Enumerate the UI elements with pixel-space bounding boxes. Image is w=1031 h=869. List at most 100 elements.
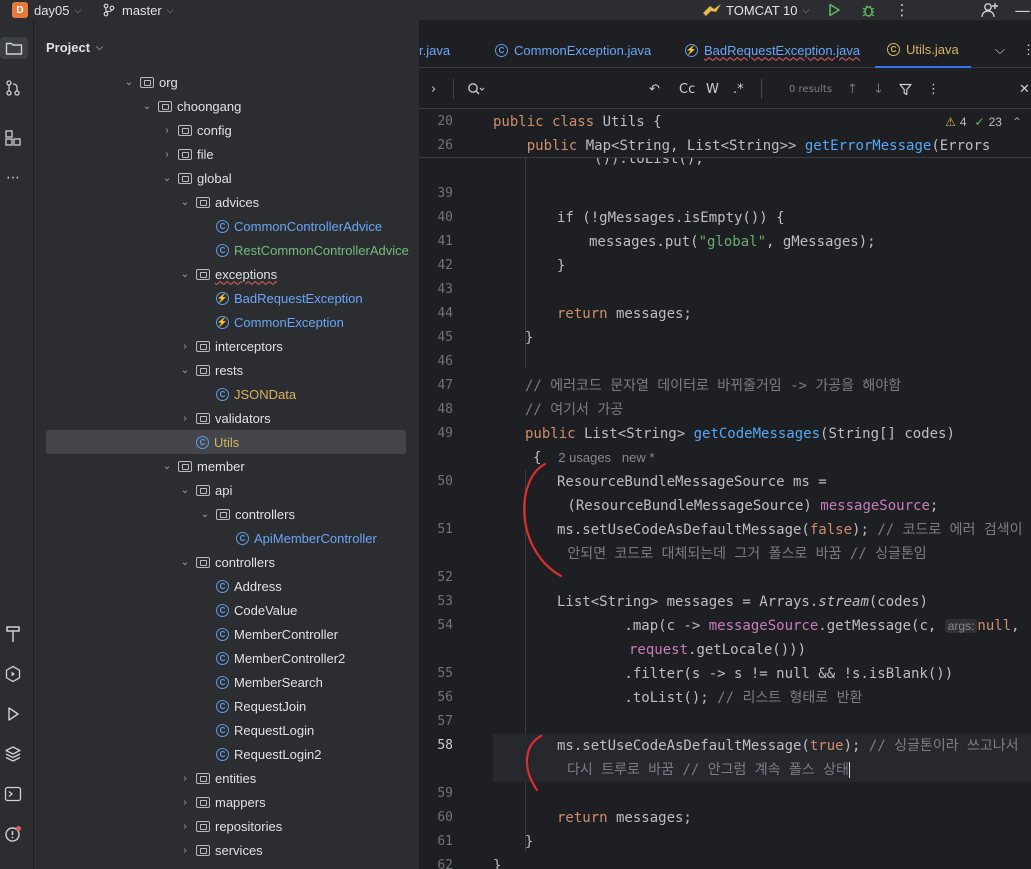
tab-partial[interactable]: r.java <box>419 32 450 68</box>
code-editor[interactable]: ()).toList(); 39 40 if (!gMessages.isEmpty(… <box>419 110 1031 869</box>
match-case-toggle[interactable]: Cc <box>679 69 695 109</box>
replace-toggle-icon[interactable]: ↶ <box>649 69 660 109</box>
more-icon[interactable]: ⋮ <box>892 0 912 20</box>
problems-tool-button[interactable] <box>2 823 24 845</box>
tree-file[interactable]: C RequestLogin <box>34 718 418 742</box>
chevron-down-icon[interactable]: ⌄ <box>160 461 174 472</box>
keyword: public class <box>493 114 595 130</box>
tree-file[interactable]: C CodeValue <box>34 598 418 622</box>
tree-folder[interactable]: ⌄ global <box>34 166 418 190</box>
chevron-right-icon[interactable]: › <box>178 797 192 808</box>
project-panel-header[interactable]: Project ⌵ <box>46 40 103 55</box>
tree-folder[interactable]: ⌄ rests <box>34 358 418 382</box>
line-number: 41 <box>437 234 453 249</box>
tree-file[interactable]: C RequestLogin2 <box>34 742 418 766</box>
chevron-down-icon[interactable]: ⌄ <box>178 197 192 208</box>
chevron-down-icon[interactable]: ⌄ <box>178 269 192 280</box>
tree-file[interactable]: ⚡ BadRequestException <box>34 286 418 310</box>
chevron-down-icon[interactable]: ⌄ <box>122 77 136 88</box>
chevron-right-icon[interactable]: › <box>178 341 192 352</box>
chevron-right-icon[interactable]: › <box>178 773 192 784</box>
chevron-down-icon[interactable]: ⌄ <box>160 173 174 184</box>
close-icon[interactable]: ✕ <box>1019 69 1030 109</box>
branch-switcher[interactable]: master ⌵ <box>102 0 174 20</box>
tree-folder[interactable]: › file <box>34 142 418 166</box>
chevron-right-icon[interactable]: › <box>431 69 436 109</box>
tab-common-exception[interactable]: C CommonException.java <box>495 32 651 68</box>
tree-label: Address <box>234 578 282 594</box>
chevron-down-icon[interactable]: ⌄ <box>140 101 154 112</box>
terminal-tool-button[interactable] <box>2 783 24 805</box>
tree-folder[interactable]: ⌄ member <box>34 454 418 478</box>
layers-tool-button[interactable] <box>2 743 24 765</box>
chevron-right-icon[interactable]: › <box>160 149 174 160</box>
whole-word-toggle[interactable]: W <box>706 69 719 109</box>
tree-file[interactable]: C Utils <box>46 430 406 454</box>
filter-icon[interactable] <box>899 69 912 109</box>
commit-tool-button[interactable] <box>2 77 24 99</box>
tree-file[interactable]: C MemberSearch <box>34 670 418 694</box>
chevron-right-icon[interactable]: › <box>178 821 192 832</box>
more-icon[interactable]: ⋮ <box>927 69 940 109</box>
tree-file[interactable]: C RestCommonControllerAdvice <box>34 238 418 262</box>
tabs-dropdown[interactable]: ⌵ <box>995 32 1005 68</box>
tree-folder[interactable]: › entities <box>34 766 418 790</box>
tree-file[interactable]: C ApiMemberController <box>34 526 418 550</box>
chevron-down-icon[interactable]: ⌄ <box>198 509 212 520</box>
tree-folder[interactable]: › config <box>34 118 418 142</box>
chevron-down-icon[interactable]: ⌄ <box>178 485 192 496</box>
tree-folder[interactable]: ⌄ org <box>34 70 418 94</box>
add-user-icon[interactable] <box>978 0 1002 20</box>
inspection-widget[interactable]: ⚠ 4 ✓ 23 ⌃ <box>945 110 1022 134</box>
chevron-right-icon[interactable]: › <box>178 845 192 856</box>
tree-folder[interactable]: ⌄ controllers <box>34 502 418 526</box>
tree-file[interactable]: ⚡ CommonException <box>34 310 418 334</box>
project-tool-button[interactable] <box>0 37 28 59</box>
tree-file[interactable]: C CommonControllerAdvice <box>34 214 418 238</box>
next-occurrence-icon[interactable]: ↓ <box>873 69 884 109</box>
tree-file[interactable]: C MemberController2 <box>34 646 418 670</box>
project-name: day05 <box>34 2 70 18</box>
tab-utils[interactable]: C Utils.java <box>875 32 971 68</box>
chevron-right-icon[interactable]: › <box>178 413 192 424</box>
run-icon[interactable] <box>824 0 844 20</box>
tab-bad-request-exception[interactable]: ⚡ BadRequestException.java <box>685 32 860 68</box>
tree-folder[interactable]: › validators <box>34 406 418 430</box>
debug-icon[interactable] <box>858 0 878 20</box>
tree-file[interactable]: C MemberController <box>34 622 418 646</box>
run-config-selector[interactable]: TOMCAT 10 ⌵ <box>702 0 809 20</box>
chevron-down-icon[interactable]: ⌄ <box>178 365 192 376</box>
tree-file[interactable]: C Address <box>34 574 418 598</box>
tree-folder[interactable]: ⌄ controllers <box>34 550 418 574</box>
minimize-icon[interactable]: — <box>1014 0 1031 20</box>
tree-folder[interactable]: ⌄ choongang <box>34 94 418 118</box>
tree-folder[interactable]: › interceptors <box>34 334 418 358</box>
services-tool-button[interactable] <box>2 663 24 685</box>
tab-label: BadRequestException.java <box>704 42 861 58</box>
previous-occurrence-icon[interactable]: ↑ <box>847 69 858 109</box>
more-tools-icon[interactable]: ⋯ <box>2 167 24 189</box>
tabs-more[interactable]: ⋮ <box>1022 32 1031 68</box>
run-tool-button[interactable] <box>2 703 24 725</box>
hammer-icon <box>6 626 20 642</box>
tree-folder[interactable]: ⌄ api <box>34 478 418 502</box>
project-switcher[interactable]: D day05 ⌵ <box>12 0 81 20</box>
tree-folder[interactable]: ⌄ exceptions <box>34 262 418 286</box>
build-tool-button[interactable] <box>2 623 24 645</box>
chevron-right-icon[interactable]: › <box>160 125 174 136</box>
structure-tool-button[interactable] <box>2 127 24 149</box>
code-line: 안되면 코드로 대체되는데 그거 폴스로 바꿈 // 싱글톤임 <box>559 542 926 566</box>
comment: // 리스트 형태로 반환 <box>717 690 863 706</box>
tree-folder[interactable]: › mappers <box>34 790 418 814</box>
tree-label: advices <box>215 194 260 210</box>
tree-file[interactable]: C RequestJoin <box>34 694 418 718</box>
search-icon[interactable] <box>467 69 485 109</box>
regex-toggle[interactable]: .* <box>733 69 744 109</box>
tree-file[interactable]: C JSONData <box>34 382 418 406</box>
chevron-down-icon[interactable]: ⌄ <box>178 557 192 568</box>
tree-folder[interactable]: ⌄ advices <box>34 190 418 214</box>
tree-folder[interactable]: › services <box>34 838 418 862</box>
method-name: getErrorMessage <box>804 138 932 154</box>
tree-folder[interactable]: › repositories <box>34 814 418 838</box>
tomcat-icon <box>703 4 721 16</box>
